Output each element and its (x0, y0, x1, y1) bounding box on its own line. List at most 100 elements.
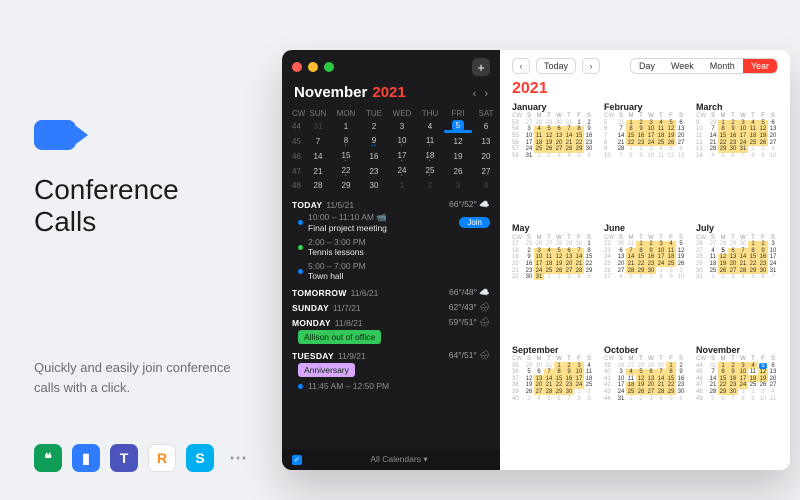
year-month[interactable]: JuneCWSMTWTFS223031123452367891011122413… (604, 223, 686, 338)
mini-day[interactable]: 19 (444, 149, 472, 164)
mini-cw: 45 (282, 134, 304, 149)
agenda-event[interactable]: 5:00 – 7:00 PMTown hall (292, 259, 490, 283)
event-dot-icon (298, 220, 303, 225)
event-dot-icon (298, 245, 303, 250)
mini-day[interactable]: 24• (388, 164, 416, 179)
mini-day[interactable]: 20 (472, 149, 500, 164)
year-month-name: January (512, 102, 594, 112)
mini-day[interactable]: 13 (472, 134, 500, 149)
mini-day[interactable]: 2 (416, 179, 444, 191)
year-grid: JanuaryCWSMTWTFS532728293031125434567895… (512, 102, 778, 460)
mini-cw: 48 (282, 179, 304, 191)
maximize-icon[interactable] (324, 62, 334, 72)
mini-day[interactable]: 29 (332, 179, 360, 191)
mini-day[interactable]: 23 (360, 164, 388, 179)
mini-day[interactable]: 3 (444, 179, 472, 191)
agenda-day-date: 11/6/21 (351, 288, 379, 298)
mini-day[interactable]: 4 (472, 179, 500, 191)
year-month[interactable]: JanuaryCWSMTWTFS532728293031125434567895… (512, 102, 594, 217)
agenda-day-label: MONDAY (292, 318, 331, 328)
calendars-checkbox[interactable]: ✓ (292, 455, 302, 465)
mini-day[interactable]: 2 (360, 119, 388, 134)
ringcentral-icon: R (148, 444, 176, 472)
year-month[interactable]: OctoberCWSMTWTFS392627282930124034567894… (604, 345, 686, 460)
mini-day[interactable]: 28 (304, 179, 332, 191)
view-month-tab[interactable]: Month (702, 59, 743, 73)
agenda-weather: 66°/48° ☁️ (449, 287, 490, 298)
year-month[interactable]: SeptemberCWSMTWTFS3529303112343656789101… (512, 345, 594, 460)
add-event-button[interactable]: + (472, 58, 490, 76)
year-month[interactable]: MarchCWSMTWTFS92812345610789101112131114… (696, 102, 778, 217)
mini-day[interactable]: 31 (304, 119, 332, 134)
mini-day[interactable]: 17• (388, 149, 416, 164)
event-time: 11:45 AM – 12:50 PM (308, 381, 389, 391)
agenda-weather: 59°/51° 🌧 (449, 317, 490, 328)
mini-day[interactable]: 21 (304, 164, 332, 179)
view-segmented-control[interactable]: DayWeekMonthYear (630, 58, 778, 74)
promo-title-l2: Calls (34, 206, 96, 237)
mini-day[interactable]: 3 (388, 119, 416, 134)
next-month-button[interactable]: › (484, 88, 488, 100)
event-time: 2:00 – 3:00 PM (308, 237, 366, 247)
agenda-day: TOMORROW11/6/2166°/48° ☁️ (292, 287, 490, 298)
mini-day[interactable]: 1 (388, 179, 416, 191)
mini-day[interactable]: 1 (332, 119, 360, 134)
agenda-event[interactable]: 2:00 – 3:00 PMTennis lessons (292, 235, 490, 259)
toolbar: ‹ Today › DayWeekMonthYear (512, 58, 778, 74)
sidebar: + November 2021 ‹ › CWSUNMONTUEWEDTHUFRI… (282, 50, 500, 470)
mini-dow: SUN (304, 107, 332, 119)
view-day-tab[interactable]: Day (631, 59, 663, 73)
prev-button[interactable]: ‹ (512, 58, 530, 74)
mini-day[interactable]: 4 (416, 119, 444, 134)
calendars-dropdown[interactable]: All Calendars ▾ (370, 454, 427, 465)
mini-day[interactable]: 7 (304, 134, 332, 149)
mini-day[interactable]: 30 (360, 179, 388, 191)
view-year-tab[interactable]: Year (743, 59, 777, 73)
agenda-weather: 62°/43° 🌧 (449, 302, 490, 313)
year-month-name: November (696, 345, 778, 355)
mini-day[interactable]: 25• (416, 164, 444, 179)
mini-day[interactable]: 12 (444, 134, 472, 149)
agenda-day-date: 11/8/21 (335, 318, 363, 328)
agenda-list: TODAY11/5/2166°/52° ☁️10:00 – 11:10 AM 📹… (282, 191, 500, 449)
year-month-name: May (512, 223, 594, 233)
mini-day[interactable]: 9•• (360, 134, 388, 149)
more-icon: ⋯ (224, 444, 252, 472)
event-time: 10:00 – 11:10 AM 📹 (308, 212, 387, 223)
agenda-allday-pill[interactable]: Anniversary (298, 363, 355, 377)
year-month[interactable]: JulyCWSMTWTFS262728293012327456789102811… (696, 223, 778, 338)
mini-day[interactable]: 15• (332, 149, 360, 164)
year-month[interactable]: FebruaryCWSMTWTFS53112345667891011121371… (604, 102, 686, 217)
mini-day[interactable]: 5••• (444, 119, 472, 134)
mini-day[interactable]: 11• (416, 134, 444, 149)
mini-day[interactable]: 14 (304, 149, 332, 164)
prev-month-button[interactable]: ‹ (473, 88, 477, 100)
agenda-event[interactable]: 10:00 – 11:10 AM 📹Final project meetingJ… (292, 210, 490, 235)
mini-day[interactable]: 22• (332, 164, 360, 179)
mini-day[interactable]: 18• (416, 149, 444, 164)
mini-day[interactable]: 6 (472, 119, 500, 134)
mini-day[interactable]: 10• (388, 134, 416, 149)
mini-dow: FRI (444, 107, 472, 119)
agenda-event[interactable]: 11:45 AM – 12:50 PM (292, 379, 490, 393)
month-header: November 2021 ‹ › (282, 80, 500, 107)
mini-day[interactable]: 8• (332, 134, 360, 149)
next-button[interactable]: › (582, 58, 600, 74)
year-month[interactable]: MayCWSMTWTFS1725262728293011823456781991… (512, 223, 594, 338)
month-label: November (294, 84, 367, 101)
mini-dow: THU (416, 107, 444, 119)
year-month-name: July (696, 223, 778, 233)
mini-day[interactable]: 16 (360, 149, 388, 164)
today-button[interactable]: Today (536, 58, 576, 74)
year-month[interactable]: NovemberCWSMTWTFS44311234564578910111213… (696, 345, 778, 460)
mini-day[interactable]: 27 (472, 164, 500, 179)
join-button[interactable]: Join (459, 217, 490, 228)
traffic-lights (292, 62, 334, 72)
view-week-tab[interactable]: Week (663, 59, 702, 73)
agenda-allday-pill[interactable]: Allison out of office (298, 330, 381, 344)
close-icon[interactable] (292, 62, 302, 72)
mini-day[interactable]: 26 (444, 164, 472, 179)
mini-calendar[interactable]: CWSUNMONTUEWEDTHUFRISAT 443112345•••6457… (282, 107, 500, 191)
minimize-icon[interactable] (308, 62, 318, 72)
agenda-day-label: TODAY (292, 200, 322, 210)
